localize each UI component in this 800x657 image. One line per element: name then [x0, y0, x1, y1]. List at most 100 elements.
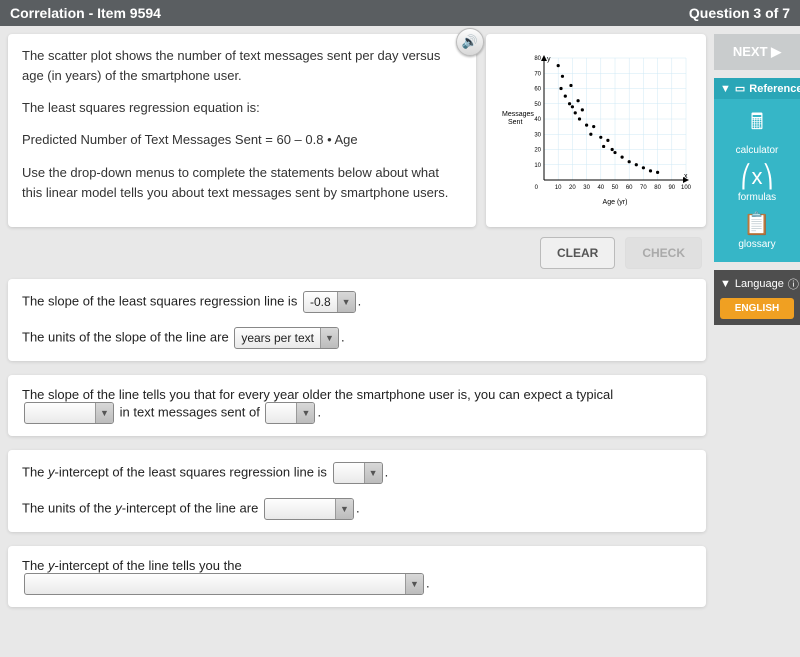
language-header[interactable]: ▼ Language ⓘ [720, 276, 794, 292]
reference-label: Reference [749, 83, 800, 95]
svg-text:60: 60 [626, 185, 633, 191]
glossary-label: glossary [738, 239, 775, 250]
page-title: Correlation - Item 9594 [10, 5, 161, 21]
next-button[interactable]: NEXT ▶ [714, 34, 800, 70]
period: . [341, 329, 345, 344]
panel-slope: The slope of the least squares regressio… [8, 279, 706, 361]
txt: The units of the [22, 500, 115, 515]
panel-slope-meaning: The slope of the line tells you that for… [8, 375, 706, 436]
glossary-icon: 📋 [714, 211, 800, 237]
reference-panel: ▼ ▭ Reference 🖩 calculator ⎛x⎞ formulas … [714, 78, 800, 262]
language-label: Language [735, 278, 784, 290]
scatter-plot: 10 20 30 40 50 60 70 80 90 100 10 20 30 40 50 60 70 80 Age… [496, 50, 696, 210]
dropdown-yintercept-meaning[interactable]: ▼ [24, 573, 424, 595]
svg-text:80: 80 [534, 56, 541, 62]
audio-button[interactable]: 🔊 [456, 28, 484, 56]
svg-text:30: 30 [583, 185, 590, 191]
play-icon: ▶ [771, 44, 781, 59]
svg-text:40: 40 [597, 185, 604, 191]
svg-text:x: x [684, 173, 688, 180]
yint-meaning-pre: -intercept of the line tells you the [55, 558, 242, 573]
period: . [385, 464, 389, 479]
yint-units-pre: -intercept of the line are [122, 500, 259, 515]
dropdown-yintercept-value[interactable]: ▼ [333, 462, 383, 484]
slope-meaning-mid: in text messages sent of [120, 404, 260, 419]
svg-text:40: 40 [534, 117, 541, 123]
svg-text:70: 70 [640, 185, 647, 191]
language-panel: ▼ Language ⓘ ENGLISH [714, 270, 800, 325]
header-bar: Correlation - Item 9594 Question 3 of 7 [0, 0, 800, 26]
svg-text:50: 50 [534, 102, 541, 108]
svg-text:20: 20 [534, 148, 541, 154]
chevron-down-icon: ▼ [364, 463, 382, 483]
language-english-button[interactable]: ENGLISH [720, 298, 794, 319]
svg-text:80: 80 [654, 185, 661, 191]
svg-text:30: 30 [534, 133, 541, 139]
prompt-p2: The least squares regression equation is… [22, 98, 462, 118]
slope-stmt-pre: The slope of the least squares regressio… [22, 293, 297, 308]
period: . [426, 575, 430, 590]
chevron-down-icon: ▼ [320, 328, 338, 348]
txt: The [22, 558, 48, 573]
chevron-down-icon: ▼ [720, 83, 731, 95]
chevron-down-icon: ▼ [296, 403, 314, 423]
calculator-icon: 🖩 [714, 105, 800, 143]
dropdown-yintercept-units[interactable]: ▼ [264, 498, 354, 520]
period: . [358, 293, 362, 308]
panel-yintercept: The y-intercept of the least squares reg… [8, 450, 706, 532]
dropdown-value [25, 403, 95, 423]
prompt-card: The scatter plot shows the number of tex… [8, 34, 476, 227]
speaker-icon: 🔊 [462, 34, 478, 50]
calculator-label: calculator [736, 145, 779, 156]
question-progress: Question 3 of 7 [689, 5, 790, 21]
reference-header[interactable]: ▼ ▭ Reference [714, 78, 800, 99]
book-icon: ▭ [735, 82, 745, 95]
prompt-p1: The scatter plot shows the number of tex… [22, 46, 462, 86]
svg-text:60: 60 [534, 87, 541, 93]
svg-text:90: 90 [668, 185, 675, 191]
period: . [356, 500, 360, 515]
formulas-link[interactable]: ⎛x⎞ formulas [714, 158, 800, 205]
txt: The [22, 464, 48, 479]
yint-stmt-pre: -intercept of the least squares regressi… [55, 464, 327, 479]
dropdown-value: -0.8 [304, 292, 337, 312]
dropdown-value [265, 499, 335, 519]
dropdown-change-amount[interactable]: ▼ [265, 402, 315, 424]
clear-button[interactable]: CLEAR [540, 237, 615, 269]
svg-text:50: 50 [612, 185, 619, 191]
svg-text:y: y [547, 56, 551, 63]
dropdown-slope-units[interactable]: years per text ▼ [234, 327, 339, 349]
panel-yintercept-meaning: The y-intercept of the line tells you th… [8, 546, 706, 607]
svg-text:70: 70 [534, 72, 541, 78]
scatter-plot-card: 10 20 30 40 50 60 70 80 90 100 10 20 30 40 50 60 70 80 Age… [486, 34, 706, 227]
dropdown-direction[interactable]: ▼ [24, 402, 114, 424]
chevron-down-icon: ▼ [720, 278, 731, 290]
chevron-down-icon: ▼ [95, 403, 113, 423]
glossary-link[interactable]: 📋 glossary [714, 205, 800, 252]
chevron-down-icon: ▼ [405, 574, 423, 594]
next-label: NEXT [733, 44, 768, 59]
dropdown-value: years per text [235, 328, 320, 348]
svg-text:100: 100 [681, 185, 692, 191]
formulas-icon: ⎛x⎞ [714, 164, 800, 190]
period: . [317, 404, 321, 419]
svg-text:10: 10 [555, 185, 562, 191]
svg-text:0: 0 [535, 185, 539, 191]
svg-text:Messages: Messages [502, 111, 534, 118]
prompt-p4: Use the drop-down menus to complete the … [22, 163, 462, 203]
slope-units-pre: The units of the slope of the line are [22, 329, 229, 344]
calculator-link[interactable]: 🖩 calculator [714, 99, 800, 158]
svg-text:10: 10 [534, 163, 541, 169]
chevron-down-icon: ▼ [335, 499, 353, 519]
prompt-p3: Predicted Number of Text Messages Sent =… [22, 130, 462, 150]
svg-text:20: 20 [569, 185, 576, 191]
chevron-down-icon: ▼ [337, 292, 355, 312]
dropdown-slope-value[interactable]: -0.8 ▼ [303, 291, 356, 313]
dropdown-value [266, 403, 296, 423]
check-button: CHECK [625, 237, 702, 269]
slope-meaning-pre: The slope of the line tells you that for… [22, 387, 613, 402]
info-icon: ⓘ [788, 276, 799, 292]
svg-text:Age (yr): Age (yr) [603, 199, 628, 206]
dropdown-value [25, 574, 405, 594]
svg-text:Sent: Sent [508, 119, 522, 126]
